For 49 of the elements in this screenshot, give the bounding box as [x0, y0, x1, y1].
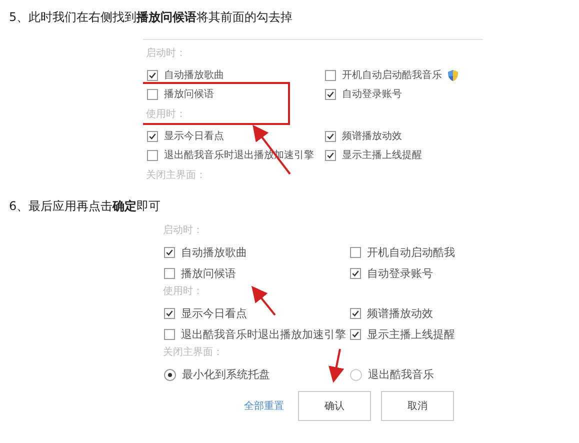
checked-checkbox[interactable] [325, 150, 336, 161]
checkbox[interactable] [350, 247, 361, 258]
arrow [251, 286, 276, 316]
step-heading: 6、最后应用再点击确定即可 [8, 198, 162, 215]
option-label: 自动登录账号 [342, 88, 402, 101]
dialog-button[interactable]: 确认 [298, 391, 371, 421]
checked-checkbox[interactable] [325, 131, 336, 142]
checked-checkbox[interactable] [325, 89, 336, 100]
checked-checkbox[interactable] [350, 329, 361, 340]
option-label: 频谱播放动效 [367, 307, 433, 320]
checked-checkbox[interactable] [164, 308, 175, 319]
option-label: 自动播放歌曲 [181, 246, 247, 259]
checked-checkbox[interactable] [350, 308, 361, 319]
option-label: 开机自动启动酷我音乐 [342, 69, 442, 82]
option-label: 自动登录账号 [367, 267, 433, 280]
option-label: 退出酷我音乐 [368, 368, 434, 381]
option-label: 自动播放歌曲 [164, 69, 224, 82]
section-label: 关闭主界面： [146, 169, 207, 183]
option-label: 显示今日看点 [164, 130, 224, 143]
option-label: 最小化到系统托盘 [182, 368, 270, 381]
step-heading: 5、此时我们在右侧找到播放问候语将其前面的勾去掉 [8, 9, 294, 26]
section-label: 启动时： [146, 47, 187, 61]
option-label: 播放问候语 [164, 88, 214, 101]
option-label: 频谱播放动效 [342, 130, 402, 143]
checkbox[interactable] [325, 70, 336, 81]
option-label: 显示主播上线提醒 [342, 149, 422, 162]
checked-checkbox[interactable] [164, 247, 175, 258]
option-label: 显示主播上线提醒 [367, 328, 455, 341]
checkbox[interactable] [164, 329, 175, 340]
checkbox[interactable] [147, 89, 158, 100]
dialog-button[interactable]: 取消 [381, 391, 454, 421]
option-label: 播放问候语 [181, 267, 236, 280]
option-label: 开机自动启动酷我 [367, 246, 455, 259]
checked-checkbox[interactable] [350, 268, 361, 279]
option-label: 显示今日看点 [181, 307, 247, 320]
radio[interactable] [350, 368, 362, 380]
arrow [328, 348, 344, 383]
checkbox[interactable] [164, 268, 175, 279]
option-label: 退出酷我音乐时退出播放加速引擎 [181, 328, 346, 341]
selected-radio[interactable] [164, 368, 176, 380]
checked-checkbox[interactable] [147, 131, 158, 142]
checkbox[interactable] [147, 150, 158, 161]
checked-checkbox[interactable] [147, 70, 158, 81]
reset-link[interactable]: 全部重置 [244, 398, 284, 414]
section-label: 使用时： [146, 108, 187, 122]
section-label: 使用时： [163, 285, 204, 299]
section-label: 启动时： [163, 224, 204, 238]
section-label: 关闭主界面： [163, 346, 224, 360]
shield-icon [448, 70, 458, 81]
